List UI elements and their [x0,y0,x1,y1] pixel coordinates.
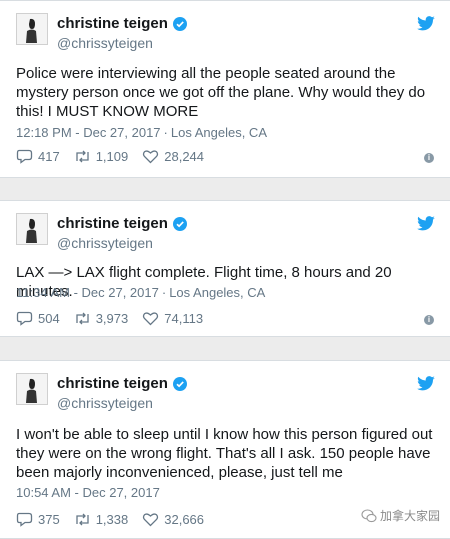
verified-badge-icon [172,16,187,31]
tweet-meta: 10:54 AM - Dec 27, 2017 [16,485,160,500]
twitter-bird-icon[interactable] [416,376,436,392]
watermark-text: 加拿大家园 [379,509,440,523]
reply-icon [16,512,33,527]
like-icon [143,150,159,164]
retweet-button[interactable]: 1,109 [74,149,129,164]
tweet-actions: 417 1,109 28,244 [16,149,218,164]
verified-badge-icon [172,376,187,391]
like-count: 28,244 [164,149,205,164]
retweet-count: 1,338 [95,512,129,527]
like-count: 74,113 [164,311,204,326]
tweet-meta: 11:34 AM - Dec 27, 2017 · Los Angeles, CA [16,285,266,300]
avatar-image [17,374,47,404]
like-icon [143,312,159,326]
tweet-card-1[interactable]: christine teigen @chrissyteigen Police w… [0,0,450,178]
info-icon[interactable]: i [424,315,434,325]
like-button[interactable]: 74,113 [142,311,203,326]
avatar-image [17,14,47,44]
display-name[interactable]: christine teigen [57,15,168,32]
retweet-count: 3,973 [95,311,129,326]
tweet-meta: 12:18 PM - Dec 27, 2017 · Los Angeles, CA [16,125,267,140]
retweet-button[interactable]: 1,338 [74,512,129,527]
tweet-actions: 375 1,338 32,666 [16,512,218,527]
tweet-time[interactable]: 10:54 AM - Dec 27, 2017 [16,485,160,500]
twitter-bird-icon[interactable] [416,216,436,232]
watermark: 加拿大家园 [361,507,440,524]
retweet-icon [76,150,89,163]
avatar[interactable] [16,213,48,245]
reply-count: 375 [38,512,60,527]
reply-count: 417 [38,149,60,164]
tweet-text: I won't be able to sleep until I know ho… [16,426,433,481]
verified-badge-icon [172,216,187,231]
like-icon [143,513,159,527]
like-button[interactable]: 32,666 [142,512,204,527]
reply-button[interactable]: 417 [16,149,60,164]
like-count: 32,666 [164,512,205,527]
like-button[interactable]: 28,244 [142,149,204,164]
retweet-icon [76,312,89,325]
reply-icon [16,149,33,164]
retweet-button[interactable]: 3,973 [74,311,129,326]
tweet-card-3[interactable]: christine teigen @chrissyteigen I won't … [0,360,450,539]
handle[interactable]: @chrissyteigen [57,35,153,51]
reply-button[interactable]: 504 [16,311,60,326]
wechat-icon [361,508,377,522]
display-name[interactable]: christine teigen [57,375,168,392]
twitter-bird-icon[interactable] [416,16,436,32]
avatar[interactable] [16,13,48,45]
retweet-icon [76,513,89,526]
tweet-time[interactable]: 11:34 AM - Dec 27, 2017 [16,285,159,300]
avatar[interactable] [16,373,48,405]
info-icon[interactable]: i [424,153,434,163]
retweet-count: 1,109 [95,149,129,164]
tweet-location[interactable]: Los Angeles, CA [171,125,267,140]
tweet-actions: 504 3,973 74,113 [16,311,217,326]
tweet-card-2[interactable]: christine teigen @chrissyteigen LAX —> L… [0,200,450,337]
reply-button[interactable]: 375 [16,512,60,527]
handle[interactable]: @chrissyteigen [57,235,153,251]
avatar-image [17,214,47,244]
handle[interactable]: @chrissyteigen [57,395,153,411]
tweet-text: Police were interviewing all the people … [16,65,426,120]
reply-count: 504 [38,311,60,326]
display-name[interactable]: christine teigen [57,215,168,232]
tweet-location[interactable]: Los Angeles, CA [169,285,265,300]
tweet-time[interactable]: 12:18 PM - Dec 27, 2017 [16,125,161,140]
reply-icon [16,311,33,326]
